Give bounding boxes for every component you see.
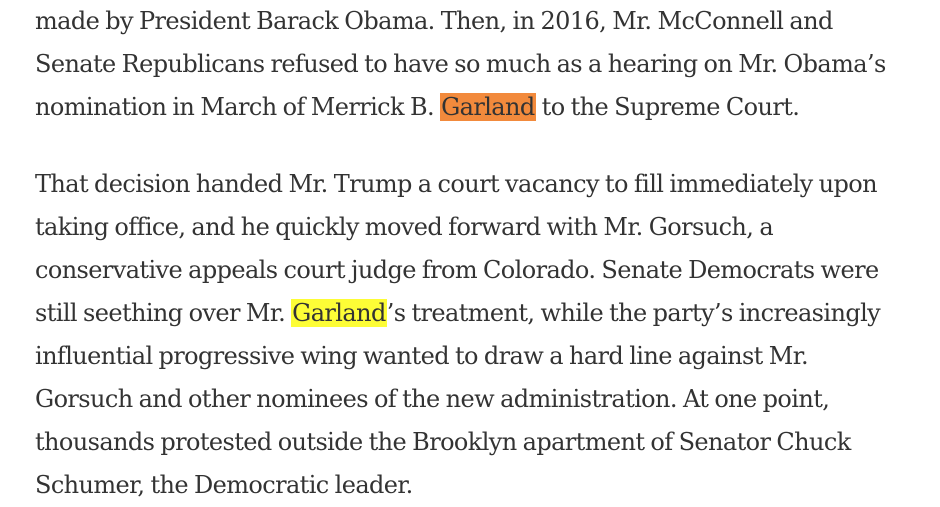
article-body: made by President Barack Obama. Then, in… bbox=[35, 0, 935, 507]
text-line: made by President Barack Obama. Then, in… bbox=[35, 7, 833, 35]
text-line: That decision handed Mr. Trump a court v… bbox=[35, 170, 878, 198]
text-segment: ’s treatment, while the party’s increasi… bbox=[386, 299, 881, 327]
search-highlight-current: Garland bbox=[440, 93, 536, 121]
text-line: Gorsuch and other nominees of the new ad… bbox=[35, 385, 830, 413]
text-line: conservative appeals court judge from Co… bbox=[35, 256, 879, 284]
text-line: thousands protested outside the Brooklyn… bbox=[35, 428, 851, 456]
text-line: nomination in March of Merrick B. Garlan… bbox=[35, 86, 935, 129]
text-segment: to the Supreme Court. bbox=[535, 93, 800, 121]
text-segment: still seething over Mr. bbox=[35, 299, 292, 327]
text-line: taking office, and he quickly moved forw… bbox=[35, 213, 774, 241]
search-highlight-match: Garland bbox=[291, 299, 387, 327]
text-line: influential progressive wing wanted to d… bbox=[35, 342, 809, 370]
text-segment: nomination in March of Merrick B. bbox=[35, 93, 441, 121]
paragraph-1: made by President Barack Obama. Then, in… bbox=[35, 0, 935, 129]
text-line: still seething over Mr. Garland’s treatm… bbox=[35, 292, 935, 335]
text-line: Senate Republicans refused to have so mu… bbox=[35, 50, 886, 78]
paragraph-2: That decision handed Mr. Trump a court v… bbox=[35, 163, 935, 507]
text-line: Schumer, the Democratic leader. bbox=[35, 471, 413, 499]
